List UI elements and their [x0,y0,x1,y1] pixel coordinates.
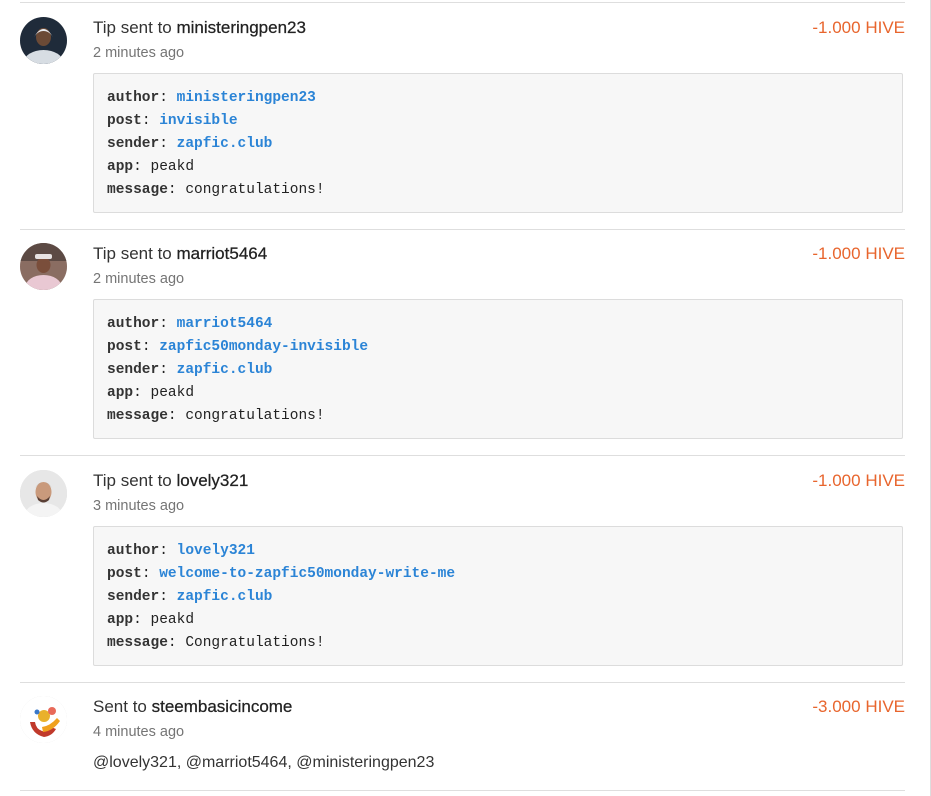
transaction-prefix: Sent to [93,697,152,716]
memo-message-line: message: congratulations! [107,408,325,424]
transaction-time: 2 minutes ago [93,271,185,287]
hand-heart-logo-icon[interactable] [20,696,67,743]
memo-key: sender [107,362,160,378]
memo-box: author: ministeringpen23 post: invisible… [93,73,903,213]
transaction-prefix: Tip sent to [93,244,177,263]
transaction-amount: -3.000 HIVE [812,697,905,716]
memo-message-value: Congratulations! [185,635,325,651]
sender-link[interactable]: zapfic.club [177,589,273,605]
transaction-time: 3 minutes ago [93,498,185,514]
memo-app-line: app: peakd [107,612,195,628]
memo-key: message [107,408,168,424]
transaction-title: Tip sent to lovely321 [93,470,248,492]
transaction-feed: Tip sent to ministeringpen23 -1.000 HIVE… [0,0,931,796]
author-link[interactable]: marriot5464 [177,316,273,332]
memo-key: post [107,339,142,355]
memo-key: post [107,566,142,582]
divider [20,790,905,791]
transaction-title: Tip sent to marriot5464 [93,243,267,265]
memo-key: author [107,543,160,559]
memo-message-value: congratulations! [185,408,325,424]
memo-post-line: post: zapfic50monday-invisible [107,339,369,355]
post-link[interactable]: zapfic50monday-invisible [159,339,368,355]
memo-app-line: app: peakd [107,385,195,401]
memo-sender-line: sender: zapfic.club [107,136,273,152]
post-link[interactable]: welcome-to-zapfic50monday-write-me [159,566,455,582]
memo-key: app [107,612,134,628]
transaction-title: Sent to steembasicincome [93,696,293,718]
memo-key: app [107,159,134,175]
memo-app-value: peakd [150,385,195,401]
memo-app-value: peakd [150,612,195,628]
recipient-link[interactable]: steembasicincome [151,697,292,716]
transaction-prefix: Tip sent to [93,18,177,37]
memo-author-line: author: marriot5464 [107,316,273,332]
memo-box: author: lovely321 post: welcome-to-zapfi… [93,526,903,666]
memo-key: author [107,90,160,106]
memo-app-value: peakd [150,159,195,175]
user-avatar-icon[interactable] [20,470,67,517]
divider [20,229,905,230]
transaction-prefix: Tip sent to [93,471,177,490]
sender-link[interactable]: zapfic.club [177,362,273,378]
memo-sender-line: sender: zapfic.club [107,362,273,378]
user-avatar-icon[interactable] [20,243,67,290]
author-link[interactable]: lovely321 [177,543,255,559]
memo-author-line: author: lovely321 [107,543,255,559]
memo-box: author: marriot5464 post: zapfic50monday… [93,299,903,439]
recipient-link[interactable]: marriot5464 [176,244,267,263]
memo-sender-line: sender: zapfic.club [107,589,273,605]
memo-message-line: message: congratulations! [107,182,325,198]
post-link[interactable]: invisible [159,113,237,129]
memo-key: message [107,182,168,198]
memo-key: post [107,113,142,129]
transaction-time: 4 minutes ago [93,724,185,740]
transfer-memo-text: @lovely321, @marriot5464, @ministeringpe… [93,754,435,771]
divider [20,455,905,456]
sender-link[interactable]: zapfic.club [177,136,273,152]
transaction-amount: -1.000 HIVE [812,18,905,37]
author-link[interactable]: ministeringpen23 [177,90,316,106]
transaction-amount: -1.000 HIVE [812,471,905,490]
memo-key: sender [107,589,160,605]
recipient-link[interactable]: ministeringpen23 [176,18,306,37]
memo-message-line: message: Congratulations! [107,635,325,651]
memo-key: message [107,635,168,651]
transaction-time: 2 minutes ago [93,45,185,61]
memo-post-line: post: welcome-to-zapfic50monday-write-me [107,566,456,582]
memo-author-line: author: ministeringpen23 [107,90,316,106]
divider [20,682,905,683]
transaction-title: Tip sent to ministeringpen23 [93,17,306,39]
memo-app-line: app: peakd [107,159,195,175]
memo-key: app [107,385,134,401]
recipient-link[interactable]: lovely321 [176,471,248,490]
user-avatar-icon[interactable] [20,17,67,64]
memo-post-line: post: invisible [107,113,238,129]
memo-key: sender [107,136,160,152]
divider [20,2,905,3]
memo-key: author [107,316,160,332]
memo-message-value: congratulations! [185,182,325,198]
transaction-amount: -1.000 HIVE [812,244,905,263]
